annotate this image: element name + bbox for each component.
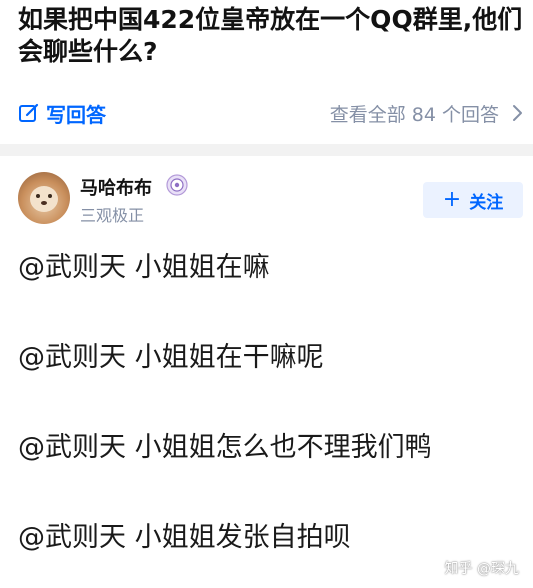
view-all-label: 查看全部 84 个回答 xyxy=(329,103,499,126)
avatar-eye xyxy=(48,194,52,198)
answer-paragraph: @武则天 小姐姐怎么也不理我们鸭 xyxy=(18,432,432,463)
write-answer-button[interactable]: 写回答 xyxy=(18,99,106,128)
avatar[interactable] xyxy=(18,172,70,224)
author-info: 马哈布布 三观极正 + 关注 xyxy=(18,170,523,230)
follow-button[interactable]: + 关注 xyxy=(423,182,523,218)
edit-icon xyxy=(19,103,39,122)
follow-label: 关注 xyxy=(469,192,504,213)
answer-paragraph: @武则天 小姐姐在嘛 xyxy=(18,252,270,283)
author-bio: 三观极正 xyxy=(80,206,145,225)
answer-paragraph: @武则天 小姐姐在干嘛呢 xyxy=(18,342,324,373)
verified-badge-icon xyxy=(166,174,188,196)
view-all-answers-link[interactable]: 查看全部 84 个回答 xyxy=(330,100,523,127)
question-actions: 写回答 查看全部 84 个回答 xyxy=(18,96,523,130)
avatar-nose xyxy=(41,201,47,205)
avatar-face xyxy=(30,186,58,212)
author-name[interactable]: 马哈布布 xyxy=(80,174,152,200)
plus-icon: + xyxy=(442,187,462,212)
question-header: 如果把中国422位皇帝放在一个QQ群里,他们会聊些什么? xyxy=(18,4,523,68)
answer-paragraph: @武则天 小姐姐发张自拍呗 xyxy=(18,522,351,553)
zhihu-watermark: 知乎 @琛九 xyxy=(444,561,519,577)
write-answer-label: 写回答 xyxy=(46,102,106,127)
chevron-right-icon xyxy=(513,105,522,121)
section-divider xyxy=(0,144,533,156)
answer-content: @武则天 小姐姐在嘛 @武则天 小姐姐在干嘛呢 @武则天 小姐姐怎么也不理我们鸭… xyxy=(18,248,523,588)
question-title[interactable]: 如果把中国422位皇帝放在一个QQ群里,他们会聊些什么? xyxy=(18,4,523,68)
avatar-eye xyxy=(36,194,40,198)
